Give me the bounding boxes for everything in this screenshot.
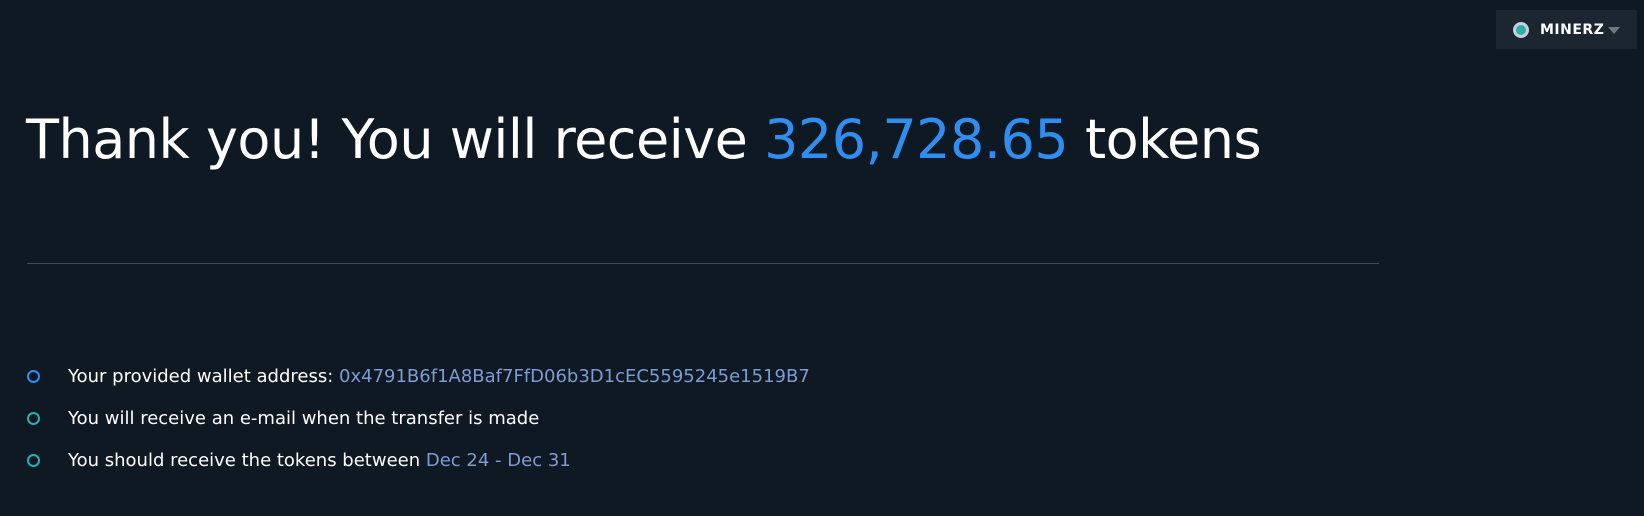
wallet-address-label: Your provided wallet address: <box>68 365 334 387</box>
wallet-address-value: 0x4791B6f1A8Baf7FfD06b3D1cEC5595245e1519… <box>339 365 810 387</box>
confirmation-heading: Thank you! You will receive 326,728.65 t… <box>26 100 1262 180</box>
list-item-email-notice: You will receive an e-mail when the tran… <box>27 397 810 439</box>
token-amount: 326,728.65 <box>764 108 1069 171</box>
info-list: Your provided wallet address: 0x4791B6f1… <box>27 355 810 481</box>
circle-outline-icon <box>27 411 40 425</box>
delivery-window-dates: Dec 24 - Dec 31 <box>425 449 571 471</box>
email-notice-text: You will receive an e-mail when the tran… <box>68 407 540 429</box>
divider <box>27 263 1379 264</box>
circle-outline-icon <box>27 369 40 383</box>
status-dot-icon <box>1513 21 1529 38</box>
delivery-window-label: You should receive the tokens between <box>68 449 421 471</box>
list-item-text: You should receive the tokens between De… <box>68 450 571 471</box>
chevron-down-icon <box>1608 27 1621 34</box>
heading-prefix: Thank you! You will receive <box>26 108 748 171</box>
heading-suffix: tokens <box>1084 108 1262 171</box>
list-item-delivery-window: You should receive the tokens between De… <box>27 439 810 481</box>
circle-outline-icon <box>27 453 40 467</box>
list-item-text: Your provided wallet address: 0x4791B6f1… <box>68 366 810 387</box>
account-name: MINERZ <box>1540 21 1605 38</box>
list-item-wallet-address: Your provided wallet address: 0x4791B6f1… <box>27 355 810 397</box>
account-menu-button[interactable]: MINERZ <box>1496 10 1637 49</box>
